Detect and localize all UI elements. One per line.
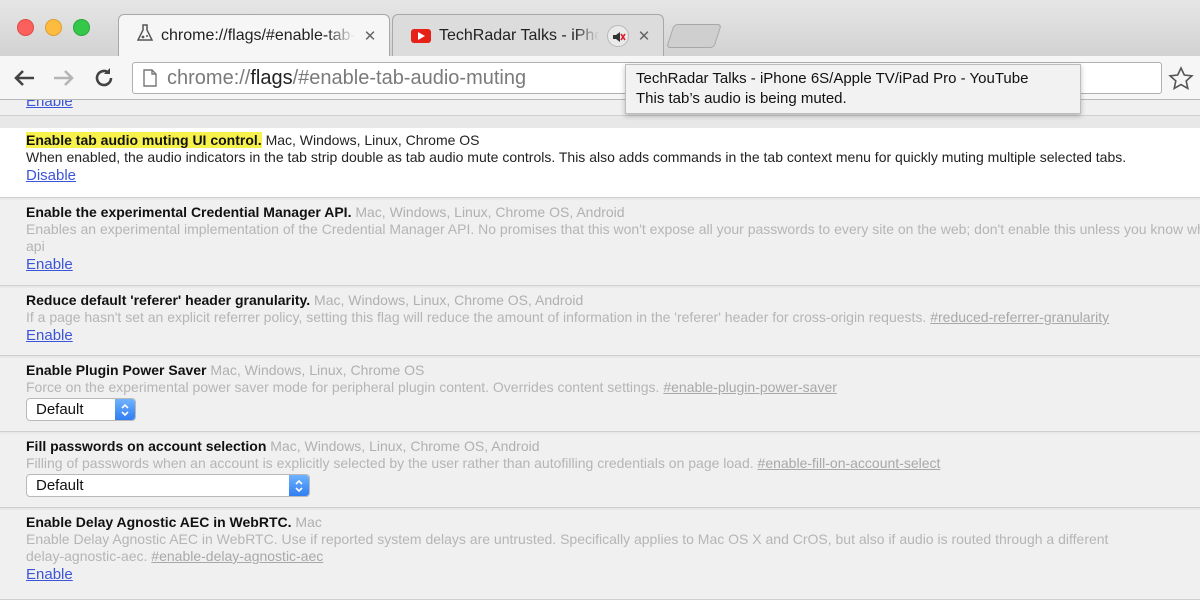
enable-link[interactable]: Enable bbox=[26, 566, 73, 583]
flag-title: Enable tab audio muting UI control. bbox=[26, 132, 262, 148]
tab-title: TechRadar Talks - iPhone 6S/Apple TV/iPa… bbox=[439, 26, 599, 44]
flag-platforms: Mac bbox=[295, 514, 322, 530]
flag-entry-delay-agnostic-aec: Enable Delay Agnostic AEC in WebRTC. Mac… bbox=[0, 510, 1200, 600]
flag-title: Enable the experimental Credential Manag… bbox=[26, 204, 352, 220]
tooltip-status: This tab’s audio is being muted. bbox=[636, 90, 847, 107]
flask-icon bbox=[136, 24, 154, 47]
new-tab-button[interactable] bbox=[666, 24, 722, 48]
flag-description: If a page hasn't set an explicit referre… bbox=[26, 309, 1110, 325]
forward-arrow-icon bbox=[54, 70, 74, 86]
flag-entry-tab-audio-muting: Enable tab audio muting UI control. Mac,… bbox=[0, 128, 1200, 198]
flags-list: Enable Enable tab audio muting UI contro… bbox=[0, 100, 1200, 600]
flag-entry-plugin-power-saver: Enable Plugin Power Saver Mac, Windows, … bbox=[0, 358, 1200, 432]
enable-link[interactable]: Enable bbox=[26, 327, 73, 344]
flag-platforms: Mac, Windows, Linux, Chrome OS, Android bbox=[314, 292, 584, 308]
tab-title: chrome://flags/#enable-tab-audio-muting bbox=[161, 26, 355, 44]
page-icon bbox=[143, 69, 157, 87]
reload-icon bbox=[95, 68, 113, 87]
tab-close-icon[interactable]: ✕ bbox=[637, 27, 651, 45]
flag-entry-referer-granularity: Reduce default 'referer' header granular… bbox=[0, 288, 1200, 356]
window-minimize-button[interactable] bbox=[45, 19, 62, 36]
flag-description-cont: delay-agnostic-aec. #enable-delay-agnost… bbox=[26, 548, 324, 564]
flag-title: Fill passwords on account selection bbox=[26, 438, 267, 454]
select-arrows-icon bbox=[289, 475, 309, 496]
flag-title: Enable Plugin Power Saver bbox=[26, 362, 207, 378]
select-arrows-icon bbox=[115, 399, 135, 420]
youtube-icon bbox=[411, 28, 431, 43]
flag-title: Enable Delay Agnostic AEC in WebRTC. bbox=[26, 514, 292, 530]
url-text: chrome://flags/#enable-tab-audio-muting bbox=[167, 66, 527, 89]
flag-description: Force on the experimental power saver mo… bbox=[26, 379, 837, 395]
flag-anchor-link[interactable]: #enable-delay-agnostic-aec bbox=[151, 548, 323, 564]
flag-anchor-link[interactable]: #enable-fill-on-account-select bbox=[758, 455, 941, 471]
flag-anchor-link[interactable]: #reduced-referrer-granularity bbox=[930, 309, 1109, 325]
flag-description: When enabled, the audio indicators in th… bbox=[26, 149, 1127, 165]
window-zoom-button[interactable] bbox=[73, 19, 90, 36]
tooltip-title: TechRadar Talks - iPhone 6S/Apple TV/iPa… bbox=[636, 70, 1029, 87]
flag-platforms: Mac, Windows, Linux, Chrome OS bbox=[265, 132, 480, 148]
flag-platforms: Mac, Windows, Linux, Chrome OS, Android bbox=[270, 438, 540, 454]
back-arrow-icon bbox=[14, 70, 34, 86]
bookmark-star-icon[interactable] bbox=[1168, 66, 1194, 97]
enable-link[interactable]: Enable bbox=[26, 256, 73, 273]
disable-link[interactable]: Disable bbox=[26, 167, 76, 184]
window-close-button[interactable] bbox=[17, 19, 34, 36]
back-button[interactable] bbox=[10, 64, 38, 92]
flag-description: Enables an experimental implementation o… bbox=[26, 221, 1200, 237]
flag-anchor-link[interactable]: #enable-plugin-power-saver bbox=[663, 379, 837, 395]
flag-platforms: Mac, Windows, Linux, Chrome OS, Android bbox=[355, 204, 625, 220]
forward-button[interactable] bbox=[50, 64, 78, 92]
flag-description-cont: api bbox=[26, 238, 45, 254]
tab-close-icon[interactable]: ✕ bbox=[363, 27, 377, 45]
tab-youtube[interactable]: TechRadar Talks - iPhone 6S/Apple TV/iPa… bbox=[392, 14, 664, 56]
tab-chrome-flags[interactable]: chrome://flags/#enable-tab-audio-muting … bbox=[118, 14, 390, 56]
plugin-power-saver-select[interactable]: Default bbox=[26, 398, 136, 421]
tab-tooltip: TechRadar Talks - iPhone 6S/Apple TV/iPa… bbox=[625, 64, 1081, 114]
flag-title: Reduce default 'referer' header granular… bbox=[26, 292, 311, 308]
flag-entry-fill-on-account-select: Fill passwords on account selection Mac,… bbox=[0, 434, 1200, 508]
flag-description: Enable Delay Agnostic AEC in WebRTC. Use… bbox=[26, 531, 1109, 547]
muted-speaker-icon[interactable] bbox=[607, 24, 629, 47]
tab-strip: chrome://flags/#enable-tab-audio-muting … bbox=[0, 0, 1200, 56]
flag-platforms: Mac, Windows, Linux, Chrome OS bbox=[210, 362, 425, 378]
enable-link[interactable]: Enable bbox=[26, 100, 73, 110]
reload-button[interactable] bbox=[90, 64, 118, 92]
fill-on-account-select-select[interactable]: Default bbox=[26, 474, 310, 497]
flag-entry-credential-manager: Enable the experimental Credential Manag… bbox=[0, 200, 1200, 286]
flag-description: Filling of passwords when an account is … bbox=[26, 455, 941, 471]
